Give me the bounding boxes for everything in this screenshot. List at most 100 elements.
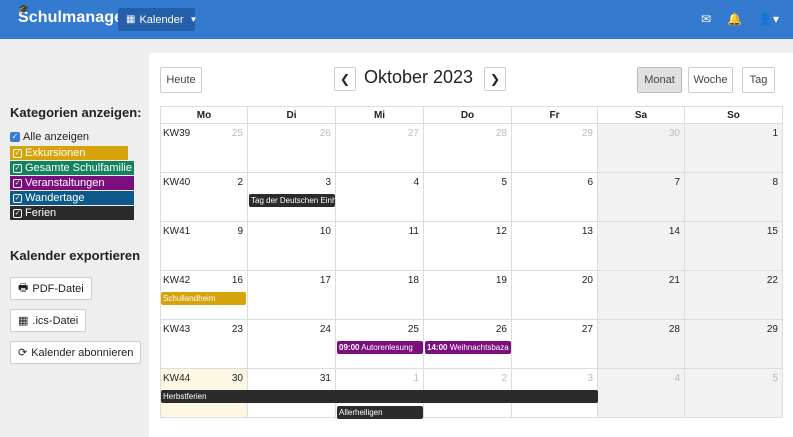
- day-cell[interactable]: 29: [512, 124, 598, 172]
- day-number: 26: [319, 128, 331, 139]
- day-cell[interactable]: 5: [685, 369, 783, 417]
- bell-icon[interactable]: 🔔: [727, 12, 742, 26]
- view-day-button[interactable]: Tag: [742, 67, 775, 93]
- brand-name: Schulmanager: [18, 9, 130, 26]
- day-number: 31: [319, 373, 331, 384]
- calendar-menu-button[interactable]: ▦ Kalender ▼: [118, 8, 197, 31]
- weekday-label: Mo: [160, 107, 248, 124]
- day-cell[interactable]: KW41 9: [160, 222, 248, 270]
- refresh-icon: ⟳: [18, 347, 28, 359]
- calendar-icon: ▦: [18, 315, 29, 327]
- day-number: 6: [587, 177, 593, 188]
- day-number: 3: [325, 177, 331, 188]
- brand-logo[interactable]: 🎓 Schulmanager: [18, 4, 130, 27]
- prev-month-button[interactable]: ❮: [334, 67, 356, 91]
- day-cell[interactable]: 13: [512, 222, 598, 270]
- day-cell[interactable]: 1: [685, 124, 783, 172]
- week-row: KW40 2 3 4 5 6 7 8 Tag der Deutschen Einh: [160, 173, 783, 222]
- day-number: 30: [231, 373, 243, 384]
- category-all-label: Alle anzeigen: [23, 131, 90, 143]
- day-cell[interactable]: 5: [424, 173, 512, 221]
- day-cell[interactable]: 20: [512, 271, 598, 319]
- day-number: 25: [407, 324, 419, 335]
- day-number: 27: [407, 128, 419, 139]
- check-icon: ✓: [13, 193, 22, 203]
- next-month-button[interactable]: ❯: [484, 67, 506, 91]
- day-number: 5: [501, 177, 507, 188]
- day-cell[interactable]: 10: [248, 222, 336, 270]
- check-icon: ✓: [13, 163, 22, 173]
- subscribe-button[interactable]: ⟳ Kalender abonnieren: [10, 341, 142, 364]
- day-cell[interactable]: 4: [336, 173, 424, 221]
- day-number: 4: [674, 373, 680, 384]
- day-cell[interactable]: KW39 25: [160, 124, 248, 172]
- weekday-label: So: [685, 107, 783, 124]
- day-cell[interactable]: 28: [424, 124, 512, 172]
- day-cell[interactable]: 30: [598, 124, 685, 172]
- day-number: 28: [668, 324, 680, 335]
- day-cell[interactable]: KW43 23: [160, 320, 248, 368]
- day-cell[interactable]: 28: [598, 320, 685, 368]
- category-label: Veranstaltungen: [25, 177, 105, 189]
- day-cell[interactable]: 8: [685, 173, 783, 221]
- ics-export-button[interactable]: ▦ .ics-Datei: [10, 309, 87, 332]
- day-cell[interactable]: 7: [598, 173, 685, 221]
- day-number: 4: [413, 177, 419, 188]
- day-cell[interactable]: 17: [248, 271, 336, 319]
- category-ferien[interactable]: ✓ Ferien: [10, 206, 134, 220]
- user-menu-icon[interactable]: 👤▾: [758, 12, 779, 26]
- category-all-checkbox[interactable]: ✓ Alle anzeigen: [10, 129, 145, 145]
- event-tag-der-deutschen-einheit[interactable]: Tag der Deutschen Einh: [249, 194, 335, 207]
- weekday-label: Sa: [598, 107, 685, 124]
- week-row: KW42 16 17 18 19 20 21 22 Schullandheim: [160, 271, 783, 320]
- day-number: 14: [668, 226, 680, 237]
- ics-export-label: .ics-Datei: [32, 314, 79, 327]
- day-cell[interactable]: 29: [685, 320, 783, 368]
- day-cell[interactable]: 27: [512, 320, 598, 368]
- week-row: KW41 9 10 11 12 13 14 15: [160, 222, 783, 271]
- day-cell[interactable]: 26: [248, 124, 336, 172]
- day-cell[interactable]: 27: [336, 124, 424, 172]
- day-cell[interactable]: 18: [336, 271, 424, 319]
- category-wandertage[interactable]: ✓ Wandertage: [10, 191, 134, 205]
- day-cell[interactable]: 6: [512, 173, 598, 221]
- pdf-export-button[interactable]: 🖶 PDF-Datei: [10, 277, 92, 300]
- day-number: 20: [581, 275, 593, 286]
- category-exkursionen[interactable]: ✓ Exkursionen: [10, 146, 128, 160]
- day-number: 29: [766, 324, 778, 335]
- event-weihnachtsbazar[interactable]: 14:00 Weihnachtsbaza: [425, 341, 511, 354]
- event-title: Weihnachtsbaza: [449, 343, 509, 352]
- check-icon: ✓: [13, 148, 22, 158]
- day-cell[interactable]: 11: [336, 222, 424, 270]
- day-cell[interactable]: 12: [424, 222, 512, 270]
- today-button[interactable]: Heute: [160, 67, 202, 93]
- event-time: 14:00: [427, 343, 448, 352]
- view-month-button[interactable]: Monat: [637, 67, 682, 93]
- day-cell[interactable]: 4: [598, 369, 685, 417]
- week-number: KW43: [163, 324, 191, 335]
- event-herbstferien[interactable]: Herbstferien: [161, 390, 598, 403]
- category-gesamte-schulfamilie[interactable]: ✓ Gesamte Schulfamilie: [10, 161, 134, 175]
- day-number: 11: [408, 226, 419, 237]
- week-row: KW43 23 24 25 26 27 28 29 09:00 Autorenle…: [160, 320, 783, 369]
- category-label: Exkursionen: [25, 147, 86, 159]
- category-veranstaltungen[interactable]: ✓ Veranstaltungen: [10, 176, 134, 190]
- day-number: 23: [231, 324, 243, 335]
- day-cell[interactable]: 22: [685, 271, 783, 319]
- day-number: 13: [581, 226, 593, 237]
- day-cell[interactable]: KW40 2: [160, 173, 248, 221]
- top-navbar: 🎓 Schulmanager ▦ Kalender ▼ ✉ 🔔 👤▾: [0, 0, 793, 39]
- event-allerheiligen[interactable]: Allerheiligen: [337, 406, 423, 419]
- day-cell[interactable]: 24: [248, 320, 336, 368]
- view-week-button[interactable]: Woche: [688, 67, 733, 93]
- day-cell[interactable]: 14: [598, 222, 685, 270]
- month-title: Oktober 2023: [364, 67, 474, 87]
- event-schullandheim[interactable]: Schullandheim: [161, 292, 246, 305]
- day-cell[interactable]: 21: [598, 271, 685, 319]
- day-cell[interactable]: 19: [424, 271, 512, 319]
- envelope-icon[interactable]: ✉: [701, 12, 711, 26]
- export-heading: Kalender exportieren: [10, 248, 141, 263]
- day-cell[interactable]: 15: [685, 222, 783, 270]
- day-number: 22: [766, 275, 778, 286]
- event-autorenlesung[interactable]: 09:00 Autorenlesung: [337, 341, 423, 354]
